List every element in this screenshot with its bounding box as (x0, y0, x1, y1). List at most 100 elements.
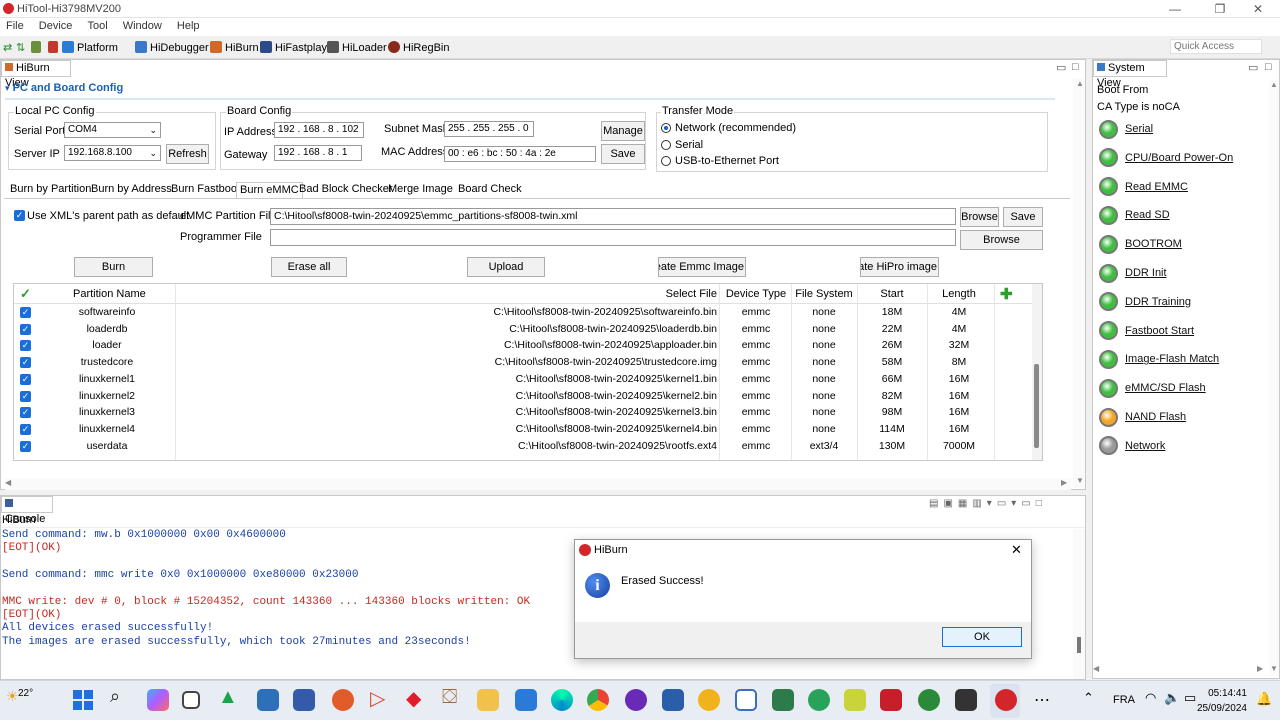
tab-burn-fastboot[interactable]: Burn Fastboot (168, 182, 243, 198)
col-start[interactable]: Start (874, 288, 910, 300)
table-row[interactable]: ✓ loaderdb C:\Hitool\sf8008-twin-20240925\… (14, 321, 1034, 338)
quick-access-input[interactable]: Quick Access (1170, 39, 1262, 54)
cell-select-file[interactable]: C:\Hitool\sf8008-twin-20240925\softwarei… (314, 306, 717, 318)
console-toolbar[interactable]: ▤▣▦▥▾▭▾▭□ (929, 498, 1047, 509)
boot-stage-item[interactable]: DDR Init (1099, 262, 1167, 284)
tab-board-check[interactable]: Board Check (455, 182, 525, 198)
programmer-file-field[interactable] (270, 229, 956, 246)
row-checkbox[interactable]: ✓ (20, 373, 31, 385)
boot-stage-item[interactable]: Read SD (1099, 204, 1170, 226)
console-scroll-thumb[interactable] (1077, 637, 1081, 653)
toolbar-hifastplay[interactable]: HiFastplay (260, 40, 327, 56)
row-checkbox[interactable]: ✓ (20, 423, 31, 435)
col-device-type[interactable]: Device Type (724, 288, 788, 300)
subnet-mask-field[interactable]: 255 . 255 . 255 . 0 (444, 121, 534, 137)
table-row[interactable]: ✓ trustedcore C:\Hitool\sf8008-twin-202409… (14, 354, 1034, 371)
table-row[interactable]: ✓ userdata C:\Hitool\sf8008-twin-20240925\… (14, 438, 1034, 455)
hiburn-scrollbar[interactable]: ▲ ▼ (1073, 78, 1085, 488)
erase-all-button[interactable]: Erase all (271, 257, 347, 277)
row-checkbox[interactable]: ✓ (20, 340, 31, 352)
more-apps-icon[interactable]: ⋯ (1034, 690, 1050, 710)
maximize-sysview-icon[interactable]: □ (1265, 61, 1272, 73)
row-checkbox[interactable]: ✓ (20, 357, 31, 369)
pc-board-config-header[interactable]: ▾ PC and Board Config (5, 82, 1055, 100)
menu-help[interactable]: Help (171, 18, 206, 34)
radio-usb-ethernet[interactable] (661, 156, 671, 166)
toolbar-connect-icon[interactable]: ⇄ (3, 40, 12, 56)
row-checkbox[interactable]: ✓ (20, 390, 31, 402)
table-row[interactable]: ✓ loader C:\Hitool\sf8008-twin-20240925\ap… (14, 337, 1034, 354)
play-app-icon[interactable]: ▷ (370, 686, 385, 711)
emmc-partition-file-field[interactable]: C:\Hitool\sf8008-twin-20240925\emmc_part… (270, 208, 956, 225)
dialog-close-icon[interactable]: ✕ (1011, 542, 1022, 558)
radio-network[interactable] (661, 123, 671, 133)
burn-button[interactable]: Burn (74, 257, 153, 277)
boot-stage-item[interactable]: Read EMMC (1099, 176, 1188, 198)
clock-date[interactable]: 25/09/2024 (1195, 703, 1247, 714)
cell-select-file[interactable]: C:\Hitool\sf8008-twin-20240925\kernel1.b… (314, 373, 717, 385)
task-view-icon[interactable] (182, 691, 200, 709)
wifi-icon[interactable]: ◠ (1145, 690, 1156, 706)
restore-button[interactable]: ❐ (1205, 1, 1235, 17)
serial-port-select[interactable]: COM4 ⌄ (64, 122, 161, 138)
boot-stage-item[interactable]: Image-Flash Match (1099, 348, 1219, 370)
tab-merge-image[interactable]: Merge Image (385, 182, 456, 198)
cat-app-icon[interactable] (955, 689, 977, 711)
minimize-view-icon[interactable]: ▭ (1056, 61, 1066, 74)
add-partition-icon[interactable]: ✚ (1000, 285, 1013, 303)
globe-app-icon[interactable] (918, 689, 940, 711)
hiburn-view-tab[interactable]: HiBurn View (1, 60, 71, 89)
language-indicator[interactable]: FRA (1113, 694, 1135, 706)
close-button[interactable]: ✕ (1243, 1, 1273, 17)
browse-partition-button[interactable]: Browse (960, 207, 999, 227)
hitool-app-icon[interactable] (293, 689, 315, 711)
scroll-right-icon[interactable]: ▶ (1257, 664, 1263, 673)
console-scrollbar[interactable] (1073, 529, 1085, 679)
browse-programmer-button[interactable]: Browse (960, 230, 1043, 250)
toolbar-tree-icon[interactable] (31, 40, 44, 56)
window-app-icon[interactable] (257, 689, 279, 711)
browser-app-icon[interactable] (332, 689, 354, 711)
monitor-app-icon[interactable] (772, 689, 794, 711)
copilot-icon[interactable] (147, 689, 169, 711)
emmc-save-button[interactable]: Save (1003, 207, 1043, 227)
cell-select-file[interactable]: C:\Hitool\sf8008-twin-20240925\trustedco… (314, 356, 717, 368)
refresh-button[interactable]: Refresh (166, 144, 209, 164)
create-hipro-image-button[interactable]: Create HiPro image (860, 257, 939, 277)
tab-burn-emmc[interactable]: Burn eMMC (236, 182, 303, 198)
net-app-icon[interactable]: ⛋ (442, 686, 457, 709)
clock-time[interactable]: 05:14:41 (1207, 688, 1247, 699)
row-checkbox[interactable]: ✓ (20, 407, 31, 419)
volume-icon[interactable]: 🔈 (1164, 690, 1180, 706)
scroll-down-icon[interactable]: ▼ (1270, 664, 1278, 673)
scroll-left-icon[interactable]: ◀ (1093, 664, 1099, 673)
hiburn-hscrollbar[interactable]: ◀ ▶ (5, 478, 1071, 490)
table-row[interactable]: ✓ linuxkernel3 C:\Hitool\sf8008-twin-20240… (14, 404, 1034, 421)
col-file-system[interactable]: File System (794, 288, 854, 300)
boot-stage-item[interactable]: Fastboot Start (1099, 320, 1194, 342)
hiburn-taskbar-icon[interactable] (995, 689, 1017, 711)
toolbar-hiburn[interactable]: HiBurn (210, 40, 259, 56)
toolbar-hidebugger[interactable]: HiDebugger (135, 40, 209, 56)
red-app-icon[interactable] (880, 689, 902, 711)
diamond-app-icon[interactable]: ◆ (406, 686, 421, 711)
col-partition-name[interactable]: Partition Name (73, 288, 146, 300)
cell-select-file[interactable]: C:\Hitool\sf8008-twin-20240925\apploader… (314, 339, 717, 351)
maximize-view-icon[interactable]: □ (1072, 61, 1079, 73)
store-icon[interactable] (662, 689, 684, 711)
mail-icon[interactable] (515, 689, 537, 711)
sysview-scrollbar[interactable]: ▲ ▼ (1269, 80, 1279, 676)
scroll-right-icon[interactable]: ▶ (1061, 478, 1067, 487)
menu-tool[interactable]: Tool (81, 18, 113, 34)
table-scroll-thumb[interactable] (1034, 364, 1039, 448)
console-tab[interactable]: Console (1, 496, 53, 525)
scroll-up-icon[interactable]: ▲ (1270, 80, 1278, 89)
row-checkbox[interactable]: ✓ (20, 307, 31, 318)
minimize-button[interactable]: — (1160, 1, 1190, 17)
boot-stage-item[interactable]: Serial (1099, 118, 1153, 140)
table-row[interactable]: ✓ linuxkernel1 C:\Hitool\sf8008-twin-20240… (14, 371, 1034, 388)
row-checkbox[interactable]: ✓ (20, 440, 31, 452)
select-all-check-icon[interactable]: ✓ (20, 286, 31, 302)
ip-address-field[interactable]: 192 . 168 . 8 . 102 (274, 122, 364, 138)
upload-button[interactable]: Upload (467, 257, 545, 277)
